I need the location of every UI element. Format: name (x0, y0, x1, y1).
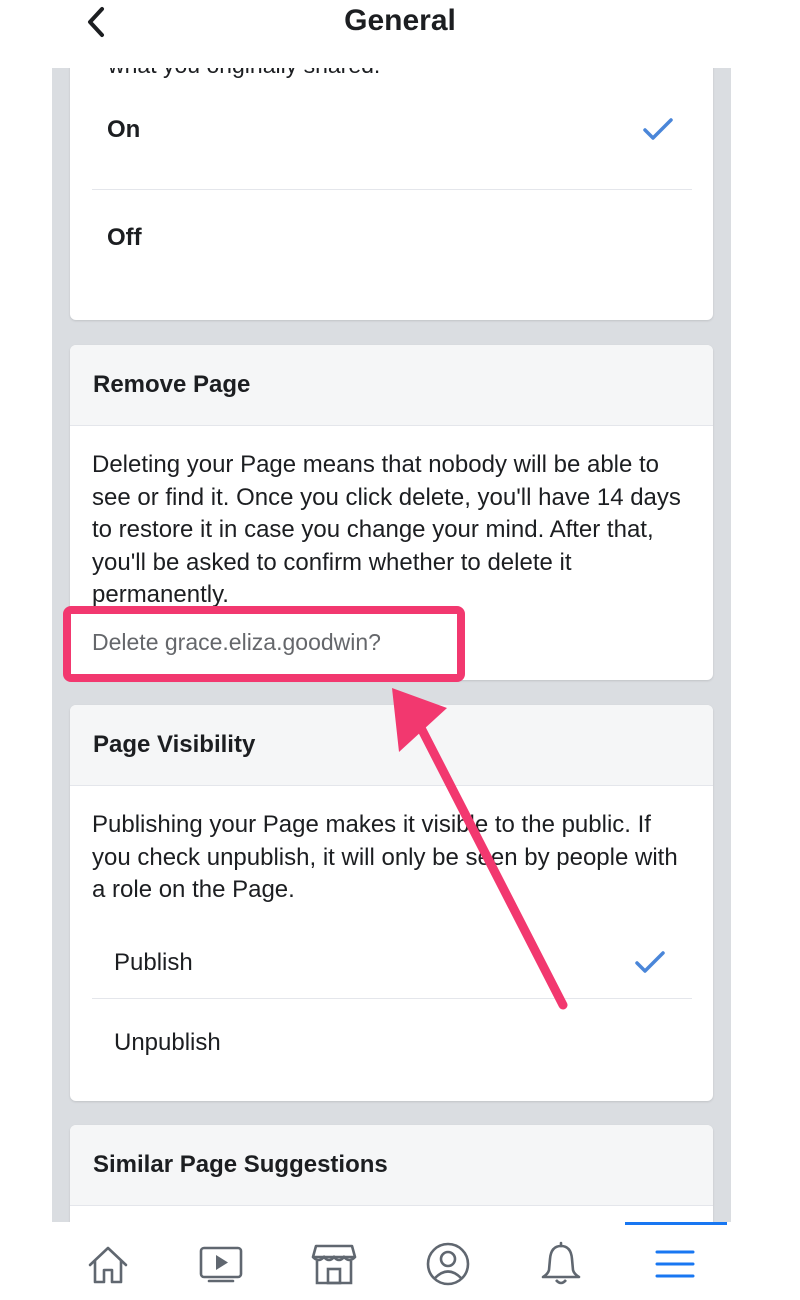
tab-watch[interactable] (195, 1238, 247, 1290)
page-visibility-card: Page Visibility Publishing your Page mak… (70, 705, 713, 1101)
section-title: Page Visibility (70, 705, 713, 786)
divider (92, 189, 692, 190)
checkmark-icon (635, 951, 665, 973)
option-label: Unpublish (114, 1029, 221, 1056)
notifications-bell-icon (541, 1241, 581, 1285)
top-nav-bar: General (0, 0, 800, 68)
annotation-highlight-box (63, 606, 465, 682)
section-title: Similar Page Suggestions (70, 1125, 713, 1206)
tab-marketplace[interactable] (308, 1238, 360, 1290)
tab-notifications[interactable] (535, 1238, 587, 1290)
remove-page-description: Deleting your Page means that nobody wil… (92, 451, 681, 609)
option-unpublish[interactable]: Unpublish (114, 1013, 692, 1073)
bottom-tab-bar (52, 1222, 731, 1300)
truncated-description: what you originally shared. (108, 68, 380, 79)
tab-menu[interactable] (649, 1238, 701, 1290)
option-on[interactable]: On (107, 100, 692, 160)
tab-profile[interactable] (422, 1238, 474, 1290)
menu-icon (655, 1250, 695, 1278)
similar-page-suggestions-card: Similar Page Suggestions (70, 1125, 713, 1222)
section-title: Remove Page (70, 345, 713, 426)
divider (92, 998, 692, 999)
profile-icon (426, 1242, 470, 1286)
watch-video-icon (199, 1246, 243, 1283)
page-title: General (344, 4, 456, 37)
marketplace-store-icon (311, 1244, 357, 1285)
option-label: On (107, 116, 141, 143)
option-label: Publish (114, 949, 193, 976)
option-publish[interactable]: Publish (114, 933, 692, 993)
sharing-setting-card: what you originally shared. On Off (70, 68, 713, 320)
option-label: Off (107, 224, 142, 251)
checkmark-icon (643, 118, 673, 140)
home-icon (88, 1246, 128, 1284)
tab-home[interactable] (82, 1238, 134, 1290)
option-off[interactable]: Off (107, 208, 692, 268)
page-visibility-description: Publishing your Page makes it visible to… (92, 811, 678, 904)
active-tab-indicator (625, 1222, 727, 1225)
